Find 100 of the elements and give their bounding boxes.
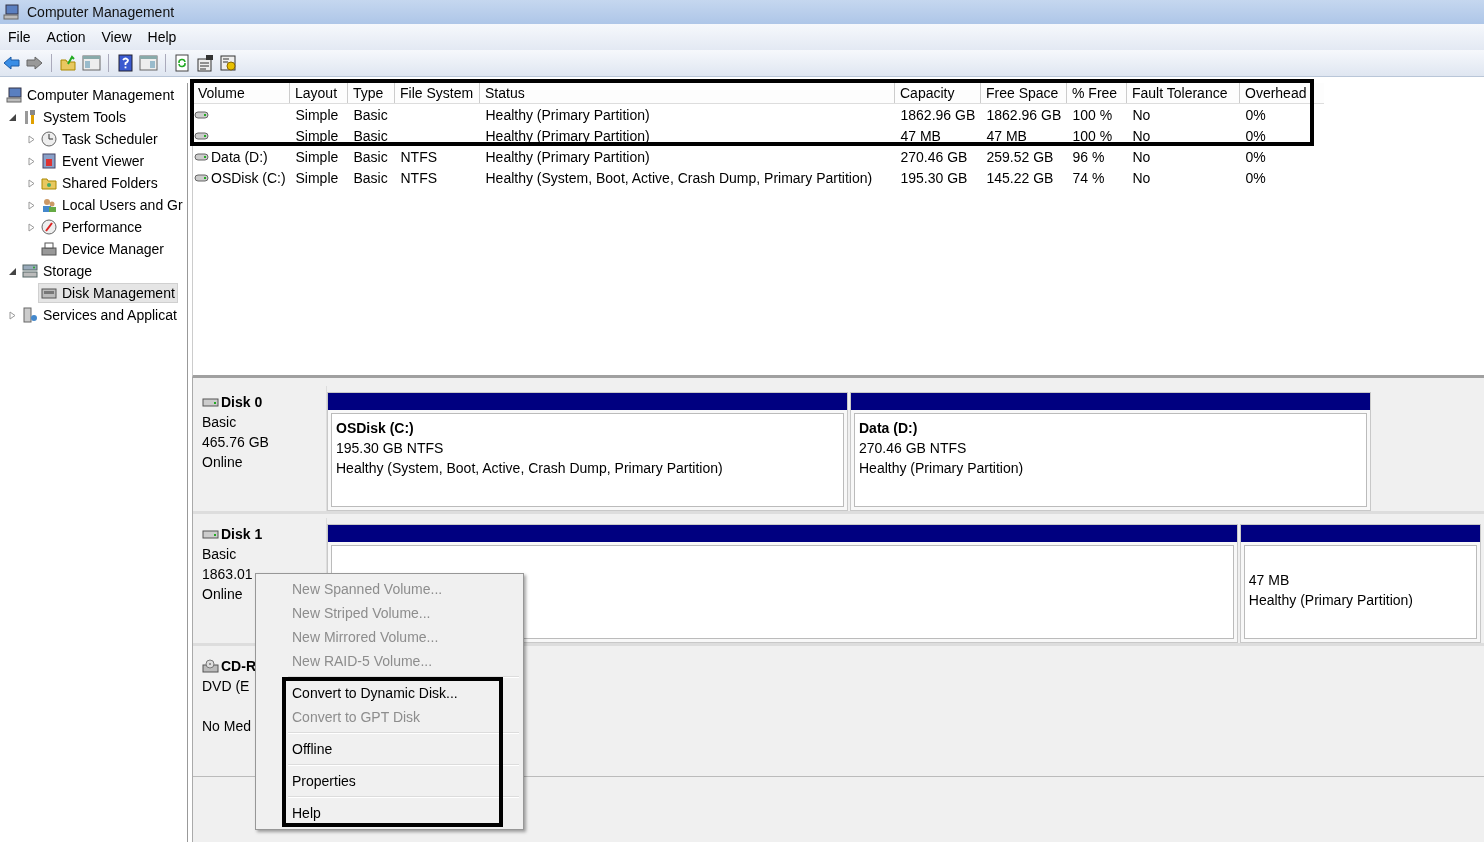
disk-detail: 1863.01 bbox=[202, 565, 253, 584]
gauge-icon bbox=[41, 219, 57, 235]
column-header[interactable]: Type bbox=[347, 83, 395, 104]
menu-item[interactable]: Properties bbox=[258, 769, 521, 793]
expanded-arrow-icon[interactable] bbox=[8, 266, 17, 276]
tree-item[interactable]: Local Users and Gr bbox=[38, 195, 186, 215]
column-header[interactable]: Status bbox=[479, 83, 895, 104]
table-cell: Simple bbox=[295, 106, 339, 123]
column-header[interactable]: Fault Tolerance bbox=[1126, 83, 1240, 104]
collapsed-arrow-icon[interactable] bbox=[27, 178, 36, 188]
drive-icon bbox=[41, 285, 57, 301]
disk-name: Disk 1 bbox=[221, 526, 263, 542]
menu-item[interactable]: File bbox=[0, 27, 39, 47]
table-cell: No bbox=[1132, 127, 1151, 144]
collapsed-arrow-icon[interactable] bbox=[8, 310, 17, 320]
table-cell: 0% bbox=[1245, 106, 1266, 123]
settings-icon[interactable] bbox=[219, 54, 238, 72]
partition-size: 270.46 GB NTFS bbox=[859, 439, 968, 458]
partition-status: Healthy (System, Boot, Active, Crash Dump, Primary Partition) bbox=[336, 459, 724, 478]
menu-item[interactable]: Help bbox=[139, 27, 185, 47]
table-cell: 195.30 GB bbox=[900, 169, 968, 186]
printer-icon bbox=[41, 241, 57, 257]
partition[interactable]: Data (D:) 270.46 GB NTFS Healthy (Primary Partition) bbox=[850, 392, 1371, 511]
tree-item[interactable]: Performance bbox=[38, 217, 146, 237]
tree-item[interactable]: Storage bbox=[19, 261, 96, 281]
column-header[interactable]: Volume bbox=[193, 83, 290, 104]
window-title: Computer Management bbox=[27, 4, 175, 20]
drive-icon bbox=[202, 528, 219, 540]
tree-item[interactable]: Shared Folders bbox=[38, 173, 161, 193]
tree-item[interactable]: System Tools bbox=[19, 107, 129, 127]
table-cell: 96 % bbox=[1072, 148, 1105, 165]
partition-status: Healthy (Primary Partition) bbox=[859, 459, 1025, 478]
folder-up-icon[interactable] bbox=[59, 54, 78, 72]
partition-status: Healthy (Primary Partition) bbox=[1248, 591, 1414, 610]
table-cell: 100 % bbox=[1072, 106, 1113, 123]
collapsed-arrow-icon[interactable] bbox=[27, 156, 36, 166]
log-icon bbox=[41, 153, 57, 169]
partition[interactable]: OSDisk (C:) 195.30 GB NTFS Healthy (System, Boot, Active, Crash Dump, Primary Partition) bbox=[327, 392, 848, 511]
table-cell: 145.22 GB bbox=[986, 169, 1054, 186]
collapsed-arrow-icon[interactable] bbox=[27, 200, 36, 210]
table-cell: 47 MB bbox=[900, 127, 941, 144]
menu-item[interactable]: Help bbox=[258, 801, 521, 825]
column-header[interactable]: % Free bbox=[1066, 83, 1127, 104]
collapsed-arrow-icon[interactable] bbox=[27, 134, 36, 144]
table-cell: Data (D:) bbox=[194, 148, 268, 165]
column-header[interactable]: File System bbox=[394, 83, 480, 104]
partition[interactable]: 47 MB Healthy (Primary Partition) bbox=[1239, 524, 1481, 643]
drive-icon bbox=[194, 151, 209, 162]
drive-icon bbox=[194, 130, 209, 141]
back-arrow-icon[interactable] bbox=[2, 54, 21, 72]
tree-item[interactable]: Services and Applicat bbox=[19, 305, 180, 325]
disk-detail: 465.76 GB bbox=[202, 433, 269, 452]
table-cell: Basic bbox=[353, 148, 388, 165]
table-cell: OSDisk (C:) bbox=[194, 169, 286, 186]
table-cell: Simple bbox=[295, 169, 339, 186]
partition-label: Data (D:) bbox=[859, 419, 919, 438]
tree-item[interactable]: Computer Management bbox=[3, 85, 178, 105]
column-header[interactable]: Free Space bbox=[980, 83, 1067, 104]
table-cell: 0% bbox=[1245, 148, 1266, 165]
table-cell: Basic bbox=[353, 127, 388, 144]
menu-item[interactable]: Action bbox=[38, 27, 94, 47]
drive-icon bbox=[202, 396, 219, 408]
collapsed-arrow-icon[interactable] bbox=[27, 222, 36, 232]
disk-detail: Online bbox=[202, 585, 243, 604]
tree-pane-icon[interactable] bbox=[82, 54, 101, 72]
forward-arrow-icon[interactable] bbox=[25, 54, 44, 72]
expanded-arrow-icon[interactable] bbox=[8, 112, 17, 122]
server-gear-icon bbox=[22, 307, 38, 323]
table-cell: 270.46 GB bbox=[900, 148, 968, 165]
drive-icon bbox=[194, 109, 209, 120]
table-cell: No bbox=[1132, 106, 1151, 123]
disk-detail: Basic bbox=[202, 545, 237, 564]
table-cell: 74 % bbox=[1072, 169, 1105, 186]
table-cell: Healthy (System, Boot, Active, Crash Dump, Primary Partition) bbox=[485, 169, 873, 186]
tree-item[interactable]: Disk Management bbox=[38, 283, 178, 303]
computer-icon bbox=[3, 4, 19, 20]
menu-item[interactable]: Convert to Dynamic Disk... bbox=[258, 681, 521, 705]
table-cell: 0% bbox=[1245, 169, 1266, 186]
column-header[interactable]: Capacity bbox=[894, 83, 981, 104]
table-cell: No bbox=[1132, 169, 1151, 186]
table-cell: No bbox=[1132, 148, 1151, 165]
disk-detail: No Med bbox=[202, 717, 252, 736]
table-cell: 1862.96 GB bbox=[986, 106, 1062, 123]
tree-item[interactable]: Event Viewer bbox=[38, 151, 148, 171]
partition-size: 47 MB bbox=[1248, 571, 1291, 590]
column-header[interactable]: Layout bbox=[289, 83, 348, 104]
tree-item[interactable]: Device Manager bbox=[38, 239, 167, 259]
menu-item[interactable]: View bbox=[93, 27, 140, 47]
table-cell: Basic bbox=[353, 106, 388, 123]
table-cell: Basic bbox=[353, 169, 388, 186]
help-icon[interactable] bbox=[116, 54, 135, 72]
menu-item[interactable]: Offline bbox=[258, 737, 521, 761]
disk-name: CD-R bbox=[221, 658, 256, 674]
table-cell: 100 % bbox=[1072, 127, 1113, 144]
table-cell: Simple bbox=[295, 148, 339, 165]
disk-detail: Online bbox=[202, 453, 243, 472]
properties-icon[interactable] bbox=[196, 54, 215, 72]
storage-icon bbox=[22, 263, 38, 279]
tree-item[interactable]: Task Scheduler bbox=[38, 129, 161, 149]
table-cell: NTFS bbox=[400, 169, 438, 186]
